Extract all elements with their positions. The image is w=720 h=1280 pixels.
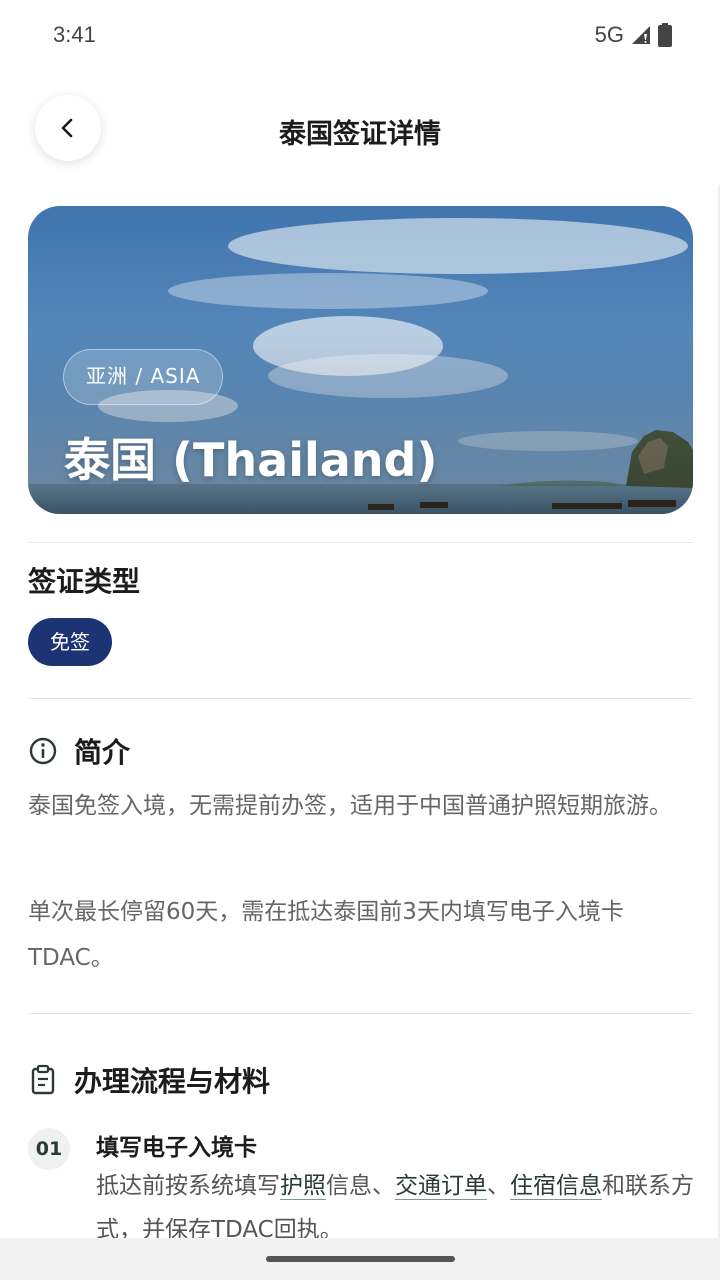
process-heading: 办理流程与材料 — [74, 1065, 271, 1098]
visa-type-chip[interactable]: 免签 — [28, 618, 112, 666]
divider — [28, 698, 693, 699]
page-title: 泰国签证详情 — [279, 119, 441, 150]
status-bar: 3:41 5G — [0, 0, 720, 72]
intro-paragraph: 泰国免签入境，无需提前办签，适用于中国普通护照短期旅游。 — [28, 793, 672, 819]
visa-type-heading: 签证类型 — [28, 565, 141, 598]
clipboard-icon — [31, 1064, 55, 1095]
intro-heading-row: 简介 — [28, 731, 130, 771]
divider — [28, 542, 693, 543]
info-icon — [29, 737, 57, 765]
home-gesture-handle[interactable] — [266, 1256, 455, 1262]
country-title: 泰国 (Thailand) — [64, 433, 438, 487]
step-desc-text: 、 — [487, 1173, 510, 1199]
step-number: 01 — [28, 1128, 70, 1170]
step-desc-text: 信息、 — [326, 1173, 395, 1199]
network-type: 5G — [594, 22, 624, 47]
hero-card: 亚洲 / ASIA 泰国 (Thailand) — [28, 206, 693, 514]
divider — [28, 1013, 693, 1014]
signal-icon — [632, 26, 650, 44]
transport-order-link[interactable]: 交通订单 — [395, 1173, 487, 1200]
passport-link[interactable]: 护照 — [280, 1173, 326, 1200]
intro-heading: 简介 — [74, 736, 131, 769]
status-indicators: 5G — [595, 22, 672, 48]
system-nav-bar — [0, 1238, 720, 1280]
step-title: 填写电子入境卡 — [96, 1135, 257, 1161]
step-desc-text: 抵达前按系统填写 — [96, 1173, 280, 1199]
accommodation-link[interactable]: 住宿信息 — [510, 1173, 602, 1200]
process-heading-row: 办理流程与材料 — [28, 1060, 270, 1100]
status-time: 3:41 — [53, 22, 96, 47]
battery-icon — [658, 23, 672, 47]
region-badge: 亚洲 / ASIA — [63, 349, 224, 405]
intro-paragraph: 单次最长停留60天，需在抵达泰国前3天内填写电子入境卡 TDAC。 — [28, 899, 624, 971]
